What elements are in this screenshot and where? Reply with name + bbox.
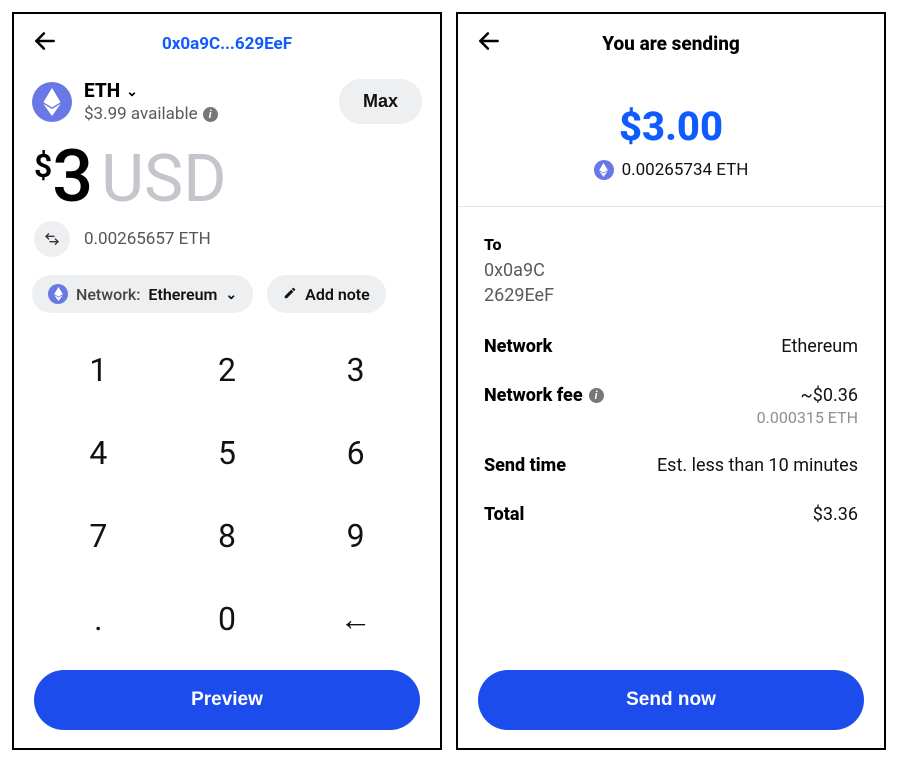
key-1[interactable]: 1	[34, 329, 163, 412]
header: 0x0a9C...629EeF	[14, 14, 440, 67]
network-label: Network	[484, 336, 552, 357]
confirm-send-screen: You are sending $3.00 0.00265734 ETH To …	[456, 12, 886, 750]
fee-usd: ~$0.36	[757, 385, 858, 406]
key-9[interactable]: 9	[291, 495, 420, 578]
recipient-address-short: 0x0a9C...629EeF	[14, 34, 440, 54]
send-now-button[interactable]: Send now	[478, 670, 864, 730]
key-0[interactable]: 0	[163, 577, 292, 660]
total-label: Total	[484, 504, 524, 525]
add-note-chip[interactable]: Add note	[267, 275, 386, 313]
network-value: Ethereum	[148, 285, 217, 304]
asset-info: ETH ⌄ $3.99 available i	[84, 79, 327, 124]
key-dot[interactable]: .	[34, 577, 163, 660]
network-row: Network Ethereum	[484, 322, 858, 371]
asset-selector[interactable]: ETH ⌄ $3.99 available i Max	[14, 67, 440, 130]
max-button[interactable]: Max	[339, 79, 422, 124]
to-address: 0x0a9C 2629EeF	[484, 258, 858, 308]
eth-icon	[32, 82, 72, 122]
key-2[interactable]: 2	[163, 329, 292, 412]
chip-row: Network: Ethereum ⌄ Add note	[14, 275, 440, 323]
sendtime-label: Send time	[484, 455, 566, 476]
amount-value: 3	[52, 134, 91, 219]
network-chip[interactable]: Network: Ethereum ⌄	[32, 275, 253, 313]
back-icon[interactable]	[32, 28, 58, 59]
key-4[interactable]: 4	[34, 412, 163, 495]
amount-eth: 0.00265734 ETH	[622, 160, 749, 180]
add-note-label: Add note	[305, 285, 370, 304]
header: You are sending	[458, 14, 884, 67]
network-label: Network:	[76, 285, 140, 304]
swap-row: 0.00265657 ETH	[14, 221, 440, 275]
key-5[interactable]: 5	[163, 412, 292, 495]
key-8[interactable]: 8	[163, 495, 292, 578]
keypad: 1 2 3 4 5 6 7 8 9 . 0 ←	[14, 323, 440, 662]
chevron-down-icon: ⌄	[126, 84, 138, 100]
info-icon[interactable]: i	[589, 388, 604, 403]
confirm-amount: $3.00 0.00265734 ETH	[458, 103, 884, 180]
eth-equivalent: 0.00265657 ETH	[84, 229, 211, 249]
available-balance: $3.99 available	[84, 104, 198, 124]
fee-row: Network fee i ~$0.36 0.000315 ETH	[484, 371, 858, 441]
details: To 0x0a9C 2629EeF Network Ethereum Netwo…	[458, 207, 884, 662]
preview-button[interactable]: Preview	[34, 670, 420, 730]
pencil-icon	[283, 285, 297, 304]
key-7[interactable]: 7	[34, 495, 163, 578]
amount-usd: $3.00	[458, 103, 884, 150]
fee-label: Network fee i	[484, 385, 604, 406]
amount-currency: USD	[101, 141, 226, 218]
total-value: $3.36	[813, 504, 858, 525]
sendtime-value: Est. less than 10 minutes	[657, 455, 858, 476]
key-backspace[interactable]: ←	[291, 577, 420, 660]
key-6[interactable]: 6	[291, 412, 420, 495]
screen-title: You are sending	[458, 32, 884, 55]
send-amount-screen: 0x0a9C...629EeF ETH ⌄ $3.99 available i …	[12, 12, 442, 750]
key-3[interactable]: 3	[291, 329, 420, 412]
to-label: To	[484, 235, 858, 254]
sendtime-row: Send time Est. less than 10 minutes	[484, 441, 858, 490]
chevron-down-icon: ⌄	[225, 287, 237, 303]
amount-display: $ 3 USD	[14, 130, 440, 221]
info-icon[interactable]: i	[203, 107, 218, 122]
network-value: Ethereum	[781, 336, 858, 357]
dollar-sign: $	[34, 147, 52, 185]
eth-icon	[594, 160, 614, 180]
eth-icon	[48, 284, 68, 304]
asset-symbol: ETH	[84, 79, 120, 102]
swap-currency-button[interactable]	[34, 221, 70, 257]
fee-eth: 0.000315 ETH	[757, 408, 858, 427]
total-row: Total $3.36	[484, 490, 858, 539]
